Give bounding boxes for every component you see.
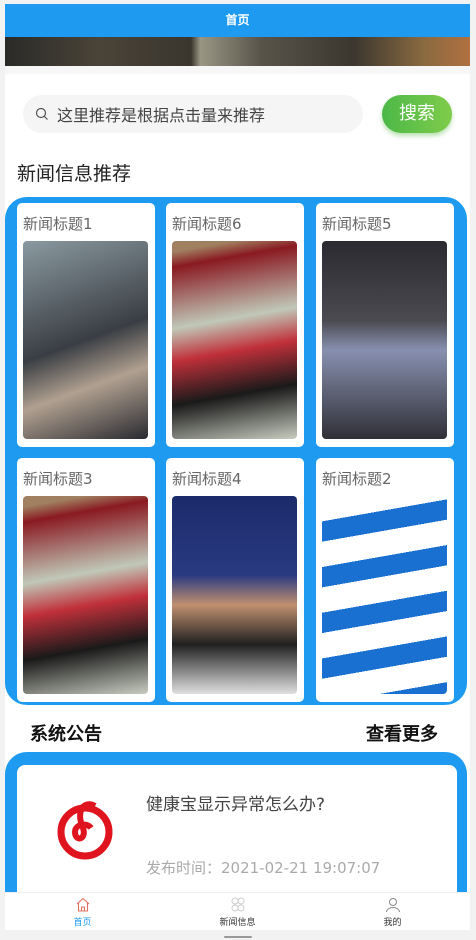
divider xyxy=(5,66,470,74)
news-title: 新闻标题2 xyxy=(322,470,392,488)
home-indicator xyxy=(224,936,252,938)
news-title: 新闻标题4 xyxy=(172,470,242,488)
news-title: 新闻标题6 xyxy=(172,215,242,233)
search-icon xyxy=(35,107,48,120)
news-card[interactable]: 新闻标题6 xyxy=(166,203,304,447)
nav-label: 首页 xyxy=(73,918,92,928)
grid-icon xyxy=(231,897,244,912)
search-placeholder: 这里推荐是根据点击量来推荐 xyxy=(57,106,266,125)
search-input[interactable]: 这里推荐是根据点击量来推荐 xyxy=(23,95,363,133)
nav-label: 我的 xyxy=(383,918,402,928)
app-frame: 首页 这里推荐是根据点击量来推荐 搜索 新闻信息推荐 新闻标题1 新闻标题6 新… xyxy=(5,4,470,930)
news-image xyxy=(23,496,148,694)
search-button[interactable]: 搜索 xyxy=(382,95,452,133)
news-card[interactable]: 新闻标题2 xyxy=(316,458,454,702)
news-card[interactable]: 新闻标题4 xyxy=(166,458,304,702)
news-title: 新闻标题5 xyxy=(322,215,392,233)
announcement-item-title: 健康宝显示异常怎么办? xyxy=(146,795,326,815)
news-image xyxy=(322,496,447,694)
home-icon xyxy=(76,897,89,912)
bottom-nav: 首页 新闻信息 我的 xyxy=(5,892,470,930)
user-icon xyxy=(385,898,400,913)
news-image xyxy=(322,241,447,439)
news-image xyxy=(172,496,297,694)
news-title: 新闻标题3 xyxy=(23,470,93,488)
nav-mine[interactable]: 我的 xyxy=(315,893,470,930)
nav-label: 新闻信息 xyxy=(219,918,256,928)
news-card[interactable]: 新闻标题1 xyxy=(17,203,155,447)
logo-icon xyxy=(57,801,113,860)
news-grid: 新闻标题1 新闻标题6 新闻标题5 新闻标题3 新闻标题4 新闻标题2 xyxy=(5,197,467,705)
nav-home[interactable]: 首页 xyxy=(5,893,160,930)
nav-news[interactable]: 新闻信息 xyxy=(160,893,315,930)
section-title: 新闻信息推荐 xyxy=(17,163,132,185)
page-header: 首页 xyxy=(5,4,470,37)
view-more-link[interactable]: 查看更多 xyxy=(366,720,438,746)
banner-image[interactable] xyxy=(5,37,470,66)
news-image xyxy=(172,241,297,439)
announcement-item-time: 发布时间：2021-02-21 19:07:07 xyxy=(146,859,381,877)
news-image xyxy=(23,241,148,439)
announcement-title: 系统公告 xyxy=(30,724,102,745)
news-card[interactable]: 新闻标题5 xyxy=(316,203,454,447)
news-title: 新闻标题1 xyxy=(23,215,93,233)
news-card[interactable]: 新闻标题3 xyxy=(17,458,155,702)
